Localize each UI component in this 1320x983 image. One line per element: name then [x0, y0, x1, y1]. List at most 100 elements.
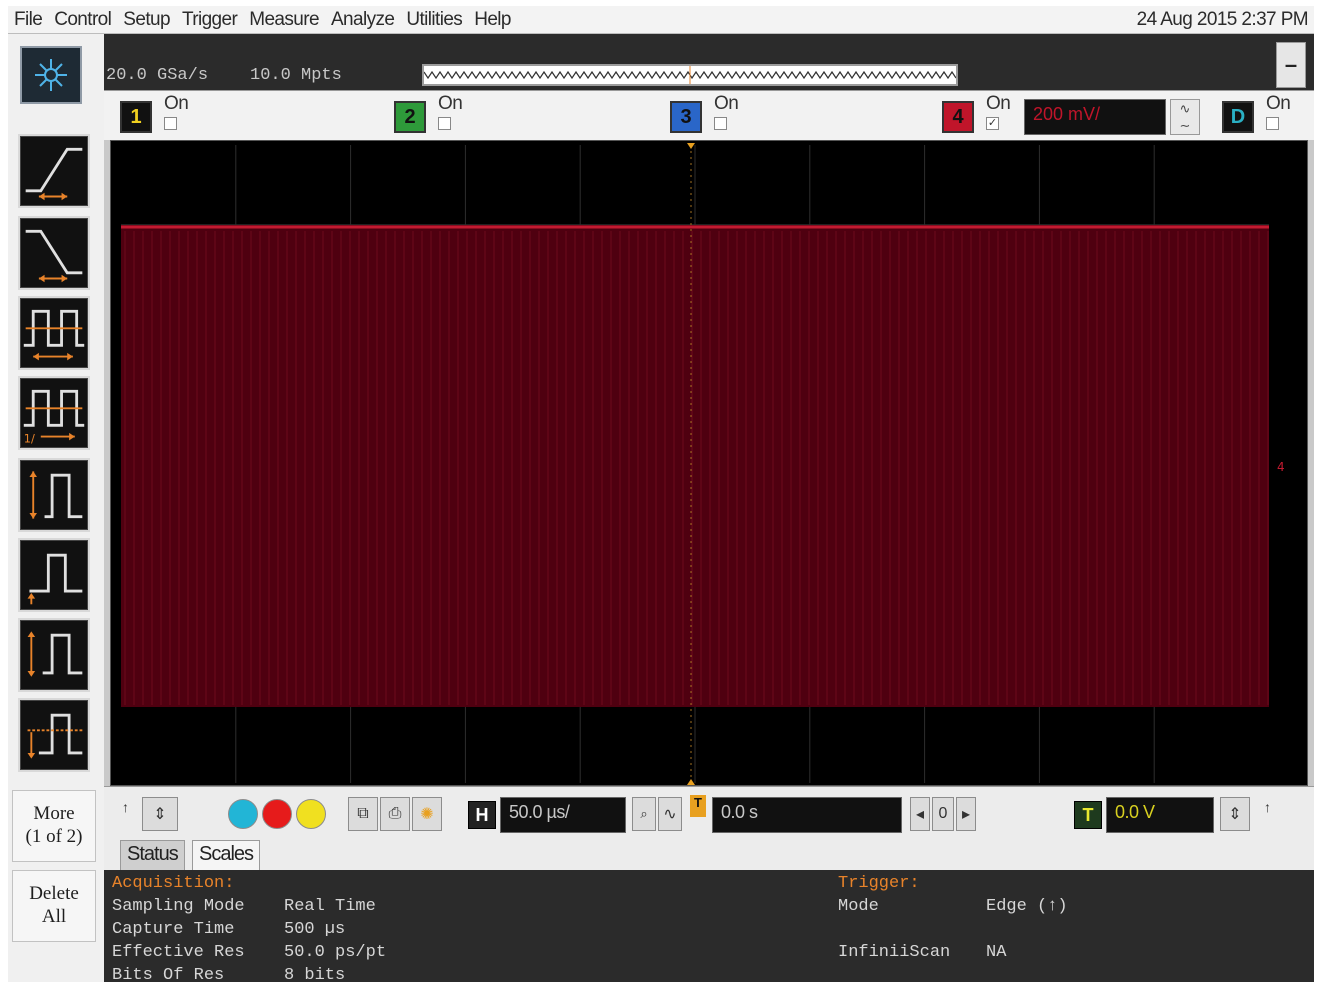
channel-2-button[interactable]: 2: [394, 101, 426, 133]
v-amplitude-icon: [27, 631, 83, 677]
period-icon: [23, 309, 85, 361]
waveform-overview-bar[interactable]: [422, 64, 958, 86]
vpp-button[interactable]: [18, 458, 90, 532]
trigger-marker-icon: T: [690, 795, 706, 817]
panel-tabs: Status Scales: [104, 836, 1314, 870]
vertical-scale-stepper[interactable]: ⇕: [142, 797, 178, 831]
print-button[interactable]: ⎙: [380, 797, 410, 831]
horizontal-scale-input[interactable]: 50.0 µs/: [500, 797, 626, 833]
status-label: Sampling Mode: [112, 897, 245, 916]
channel-3-button[interactable]: 3: [670, 101, 702, 133]
v-base-icon: [27, 713, 83, 759]
sample-rate-readout: 20.0 GSa/s: [106, 66, 209, 85]
more-button[interactable]: More (1 of 2): [12, 790, 96, 862]
period-button[interactable]: [18, 296, 90, 370]
status-label: Capture Time: [112, 920, 235, 939]
channel-3-checkbox[interactable]: [714, 117, 727, 130]
sun-icon: ✺: [420, 806, 434, 823]
frequency-button[interactable]: 1/: [18, 376, 90, 450]
delay-right-button[interactable]: ▸: [956, 797, 976, 831]
channel-2-on-label: On: [438, 93, 463, 114]
rise-time-icon: [25, 147, 83, 201]
channel-4-ground-marker: 4: [1277, 460, 1285, 474]
rise-time-button[interactable]: [18, 134, 90, 208]
v-pp-icon: [29, 471, 83, 519]
status-value: 500 µs: [284, 920, 346, 939]
more-label: More: [33, 803, 75, 825]
digital-channel-button[interactable]: D: [1222, 101, 1254, 133]
menu-control[interactable]: Control: [48, 9, 117, 31]
delay-reference-button[interactable]: 0: [932, 797, 954, 831]
menu-help[interactable]: Help: [468, 9, 517, 31]
tab-scales[interactable]: Scales: [192, 840, 261, 870]
dc-coupling-icon: ∼: [1179, 117, 1191, 133]
channel-strip: 1 On 2 On 3 On 4 On ✓ 200 mV/ ∿ ∼ D On: [104, 90, 1314, 140]
delay-left-button[interactable]: ◂: [910, 797, 930, 831]
brand-logo-button[interactable]: [20, 46, 82, 104]
horizontal-label[interactable]: H: [468, 801, 496, 829]
trigger-level-stepper[interactable]: ⇕: [1220, 797, 1250, 831]
fall-time-button[interactable]: [18, 216, 90, 290]
tab-status[interactable]: Status: [120, 840, 185, 870]
date-time-display: 24 Aug 2015 2:37 PM: [1136, 9, 1309, 30]
channel-4-button[interactable]: 4: [942, 101, 974, 133]
waveform-display[interactable]: 4: [110, 140, 1308, 786]
autoscale-button[interactable]: ⧉: [348, 797, 378, 831]
delete-label: Delete: [29, 883, 79, 905]
memory-depth-readout: 10.0 Mpts: [250, 66, 342, 85]
minimize-button[interactable]: –: [1276, 42, 1306, 88]
status-label: Effective Res: [112, 943, 245, 962]
svg-text:1/: 1/: [24, 431, 35, 445]
acquisition-heading: Acquisition:: [112, 874, 235, 893]
sine-icon: ∿: [663, 806, 677, 823]
trigger-label[interactable]: T: [1074, 801, 1102, 829]
frequency-icon: 1/: [23, 389, 85, 445]
vamplitude-button[interactable]: [18, 618, 90, 692]
channel-1-checkbox[interactable]: [164, 117, 177, 130]
print-icon: ⎙: [388, 805, 402, 822]
menu-analyze[interactable]: Analyze: [325, 9, 400, 31]
acquisition-info-strip: 20.0 GSa/s 10.0 Mpts –: [104, 34, 1314, 90]
waveform-mode-button[interactable]: ∿: [658, 797, 682, 831]
delete-all-button[interactable]: Delete All: [12, 870, 96, 942]
overview-waveform-icon: [424, 66, 956, 84]
single-button[interactable]: [296, 799, 326, 829]
menu-setup[interactable]: Setup: [117, 9, 176, 31]
status-panel: Acquisition: Sampling Mode Real Time Cap…: [104, 870, 1314, 983]
vertical-up-icon: ↑: [122, 799, 129, 815]
arrow-right-icon: ▸: [961, 806, 971, 823]
trigger-position-icon: [687, 143, 695, 149]
autoscale-icon: ⧉: [357, 805, 369, 822]
menu-bar: File Control Setup Trigger Measure Analy…: [8, 6, 1314, 34]
horizontal-position-input[interactable]: 0.0 s: [712, 797, 902, 833]
channel-1-button[interactable]: 1: [120, 101, 152, 133]
menu-utilities[interactable]: Utilities: [400, 9, 468, 31]
fall-time-icon: [25, 229, 83, 283]
stop-button[interactable]: [262, 799, 292, 829]
channel-4-checkbox[interactable]: ✓: [986, 117, 999, 130]
channel-3-on-label: On: [714, 93, 739, 114]
menu-measure[interactable]: Measure: [243, 9, 325, 31]
stepper-arrows-icon: ⇕: [153, 806, 167, 823]
channel-4-scale-input[interactable]: 200 mV/: [1024, 99, 1166, 135]
trigger-position-bottom-icon: [687, 779, 695, 785]
channel-4-on-label: On: [986, 93, 1011, 114]
status-value: 50.0 ps/pt: [284, 943, 387, 962]
channel-4-coupling-button[interactable]: ∿ ∼: [1170, 99, 1200, 135]
trigger-status-value: Edge (↑): [986, 897, 1068, 916]
measurement-toolbar: 1/ More (1 of 2) Delete All: [8, 34, 104, 982]
zoom-button[interactable]: ⌕: [632, 797, 656, 831]
run-button[interactable]: [228, 799, 258, 829]
arrow-left-icon: ◂: [915, 806, 925, 823]
menu-file[interactable]: File: [8, 9, 48, 31]
trigger-slope-icon: ↑: [1264, 799, 1271, 815]
menu-trigger[interactable]: Trigger: [176, 9, 243, 31]
vbase-button[interactable]: [18, 698, 90, 772]
digital-checkbox[interactable]: [1266, 117, 1279, 130]
vtop-button[interactable]: [18, 538, 90, 612]
trigger-status-label: InfiniiScan: [838, 943, 951, 962]
intensity-button[interactable]: ✺: [412, 797, 442, 831]
more-page-label: (1 of 2): [25, 826, 83, 847]
trigger-level-input[interactable]: 0.0 V: [1106, 797, 1214, 833]
channel-2-checkbox[interactable]: [438, 117, 451, 130]
